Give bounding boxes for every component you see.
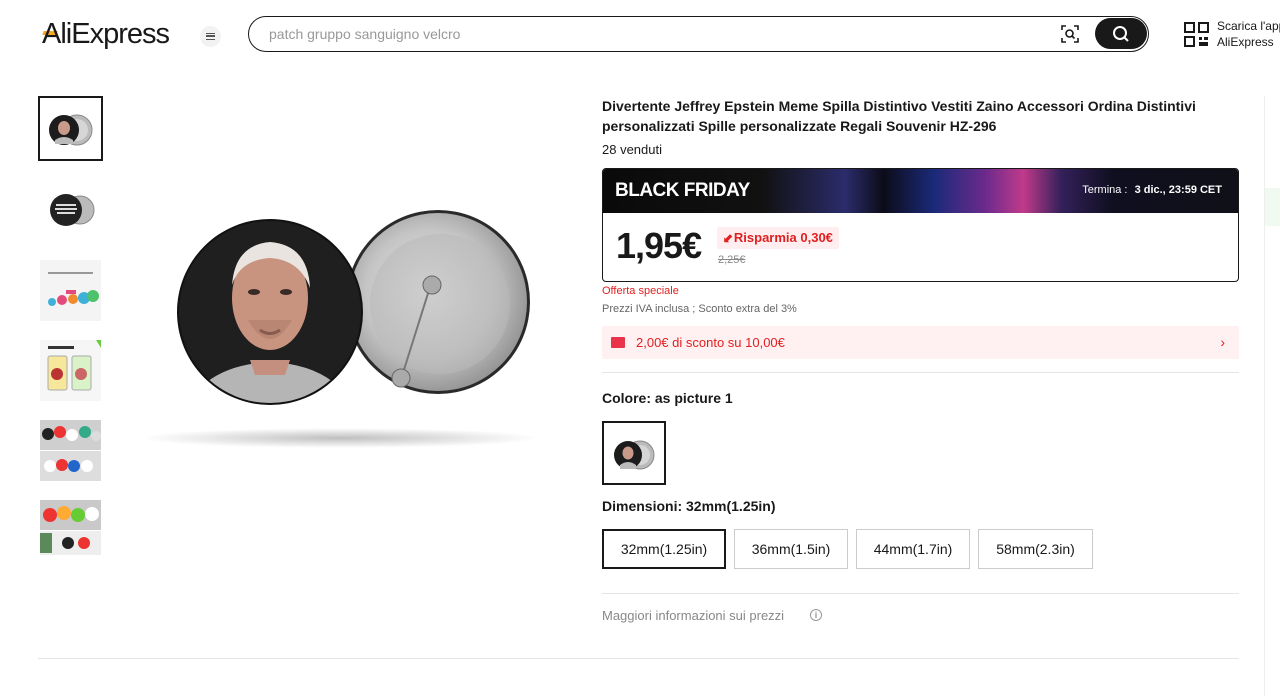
search-button[interactable] <box>1095 18 1147 49</box>
search-input[interactable] <box>269 24 1029 44</box>
thumbnail-4[interactable] <box>40 340 101 401</box>
original-price: 2,25€ <box>718 254 746 266</box>
app-line-1: Scarica l'app <box>1217 19 1280 33</box>
size-option-44mm[interactable]: 44mm(1.7in) <box>856 529 970 569</box>
thumbnail-6[interactable] <box>40 500 101 555</box>
info-icon[interactable]: i <box>810 609 822 621</box>
qr-code-icon[interactable] <box>1184 22 1209 47</box>
thumbnail-image <box>40 500 101 555</box>
product-title: Divertente Jeffrey Epstein Meme Spilla D… <box>602 98 1196 134</box>
menu-icon <box>206 33 215 40</box>
divider <box>602 593 1239 594</box>
thumbnail-image <box>40 420 101 481</box>
divider <box>38 658 1239 659</box>
sold-count: 28 venduti <box>602 142 662 157</box>
side-panel-highlight <box>1265 188 1280 226</box>
savings-text: Risparmia 0,30€ <box>733 230 833 245</box>
promo-title: BLACK FRIDAY <box>615 180 750 201</box>
promo-end: Termina : 3 dic., 23:59 CET <box>1082 184 1222 196</box>
savings-badge: ⬋Risparmia 0,30€ <box>717 227 839 249</box>
coupon-tag-icon <box>611 337 625 348</box>
promo-end-value: 3 dic., 23:59 CET <box>1134 184 1222 196</box>
menu-button[interactable] <box>200 26 221 47</box>
size-option-32mm[interactable]: 32mm(1.25in) <box>602 529 726 569</box>
thumbnail-2[interactable] <box>40 180 101 241</box>
more-price-info-link[interactable]: Maggiori informazioni sui prezzi <box>602 608 784 623</box>
thumbnail-3[interactable] <box>40 260 101 321</box>
color-swatch-image <box>614 440 655 470</box>
coupon-text: 2,00€ di sconto su 10,00€ <box>636 335 785 350</box>
promo-end-label: Termina : <box>1082 184 1128 196</box>
discount-arrow-icon: ⬋ <box>723 230 734 245</box>
thumbnail-1[interactable] <box>38 96 103 161</box>
size-option-58mm[interactable]: 58mm(2.3in) <box>978 529 1093 569</box>
black-friday-price-box: BLACK FRIDAY Termina : 3 dic., 23:59 CET… <box>602 168 1239 282</box>
coupon-banner[interactable]: 2,00€ di sconto su 10,00€ › <box>602 326 1239 359</box>
thumbnail-image <box>40 180 101 241</box>
color-swatch[interactable] <box>602 421 666 485</box>
download-app-link[interactable]: Scarica l'app AliExpress <box>1217 18 1280 50</box>
size-option-36mm[interactable]: 36mm(1.5in) <box>734 529 848 569</box>
color-label: Colore: as picture 1 <box>602 390 733 406</box>
camera-search-icon[interactable] <box>1060 24 1080 44</box>
divider <box>602 372 1239 373</box>
current-price: 1,95€ <box>616 225 702 266</box>
side-panel-edge <box>1264 96 1280 696</box>
app-line-2: AliExpress <box>1217 35 1274 49</box>
size-label: Dimensioni: 32mm(1.25in) <box>602 498 776 514</box>
chevron-right-icon: › <box>1220 334 1225 350</box>
special-offer-label: Offerta speciale <box>602 285 679 297</box>
thumbnail-image <box>42 100 99 157</box>
main-product-image[interactable] <box>140 190 580 480</box>
thumbnail-image <box>40 340 101 401</box>
black-friday-banner: BLACK FRIDAY Termina : 3 dic., 23:59 CET <box>603 169 1238 213</box>
thumbnail-5[interactable] <box>40 420 101 481</box>
search-icon <box>1113 25 1129 42</box>
tax-info: Prezzi IVA inclusa ; Sconto extra del 3% <box>602 303 797 315</box>
search-bar <box>248 16 1149 52</box>
thumbnail-image <box>40 260 101 321</box>
aliexpress-logo[interactable]: AliExpress <box>42 18 170 51</box>
header: AliExpress Scarica l'app AliExpress <box>0 0 1280 70</box>
